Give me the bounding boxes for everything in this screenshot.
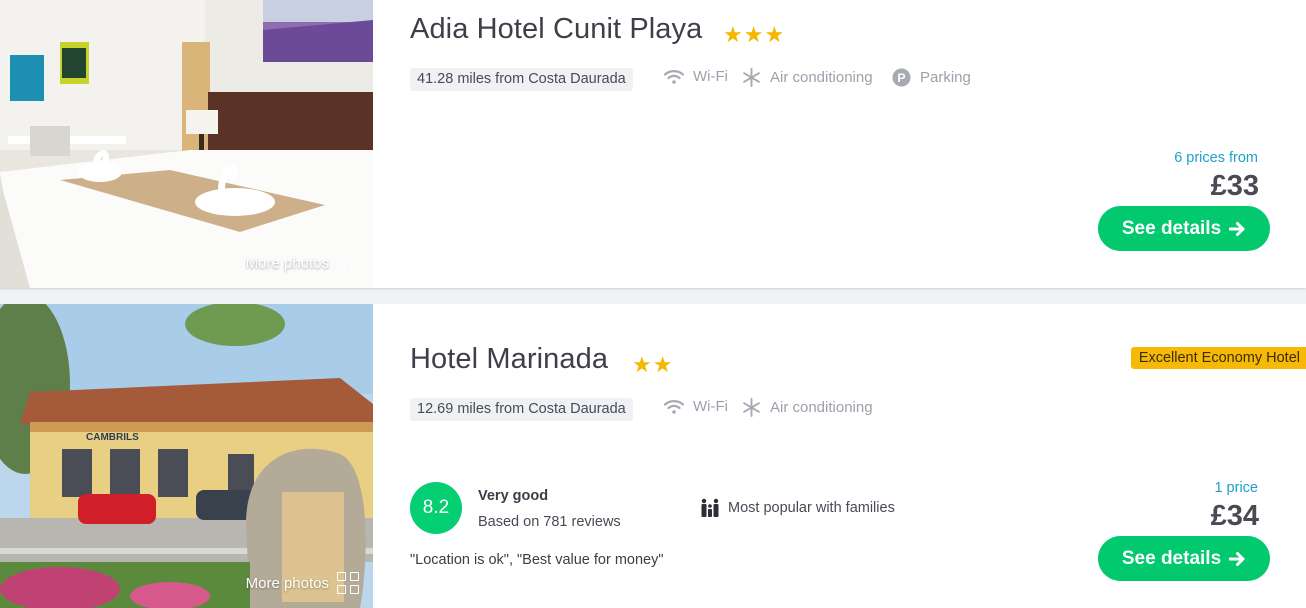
prices-count-link[interactable]: 6 prices from: [1174, 150, 1258, 166]
snowflake-icon: [743, 68, 760, 87]
see-details-button[interactable]: See details: [1098, 206, 1270, 251]
more-photos-link[interactable]: More photos: [246, 252, 359, 274]
amenity-parking: P Parking: [892, 68, 971, 87]
price: £34: [1210, 500, 1259, 532]
review-count: Based on 781 reviews: [478, 514, 621, 530]
see-details-button[interactable]: See details: [1098, 536, 1270, 581]
excellent-economy-badge: Excellent Economy Hotel: [1130, 347, 1306, 369]
hotel-exterior-image: CAMBRILS: [0, 304, 373, 608]
arrow-right-icon: [1229, 221, 1245, 236]
hotel-name[interactable]: Hotel Marinada: [410, 343, 608, 376]
price: £33: [1210, 170, 1259, 202]
distance-badge: 41.28 miles from Costa Daurada: [410, 68, 633, 91]
family-popularity: Most popular with families: [700, 498, 895, 518]
amenity-air-conditioning: Air conditioning: [742, 398, 873, 417]
hotel-photo[interactable]: CAMBRILS More photos: [0, 304, 373, 608]
wifi-icon: [664, 399, 684, 414]
svg-text:P: P: [897, 71, 905, 85]
family-icon: [701, 498, 719, 517]
grid-icon: [337, 572, 359, 594]
wifi-icon: [664, 69, 684, 84]
snowflake-icon: [743, 398, 760, 417]
star-rating: ★★★: [723, 22, 786, 47]
amenity-air-conditioning: Air conditioning: [742, 68, 873, 87]
more-photos-link[interactable]: More photos: [246, 572, 359, 594]
grid-icon: [337, 252, 359, 274]
star-rating: ★★: [632, 352, 674, 377]
prices-count-link[interactable]: 1 price: [1214, 480, 1258, 496]
hotel-room-image: [0, 0, 373, 288]
distance-badge: 12.69 miles from Costa Daurada: [410, 398, 633, 421]
svg-text:CAMBRILS: CAMBRILS: [86, 432, 139, 443]
rating-label: Very good: [478, 488, 549, 504]
arrow-right-icon: [1229, 551, 1245, 566]
review-highlights: "Location is ok", "Best value for money": [410, 552, 664, 568]
hotel-photo[interactable]: More photos: [0, 0, 373, 288]
parking-icon: P: [892, 68, 911, 87]
amenity-wifi: Wi-Fi: [664, 68, 728, 85]
hotel-card: More photos Adia Hotel Cunit Playa ★★★ 4…: [0, 0, 1306, 288]
hotel-card: CAMBRILS More photos Hotel Marinada ★★ E…: [0, 304, 1306, 608]
hotel-name[interactable]: Adia Hotel Cunit Playa: [410, 13, 702, 46]
review-score-badge: 8.2: [410, 482, 462, 534]
amenity-wifi: Wi-Fi: [664, 398, 728, 415]
